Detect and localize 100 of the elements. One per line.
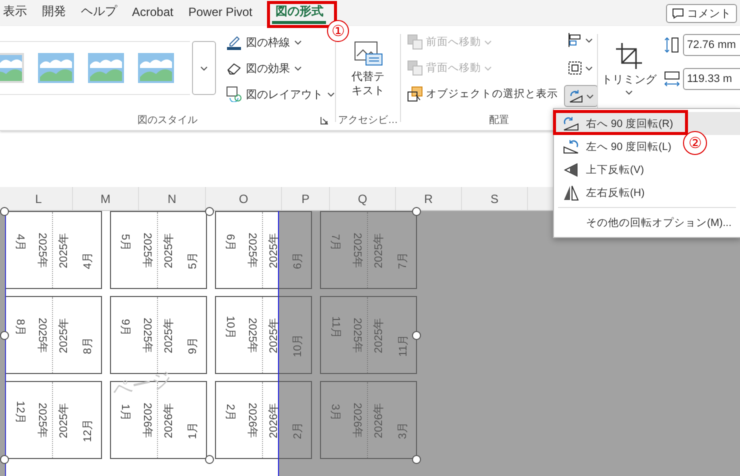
group-label: 配置 [489, 114, 509, 127]
ribbon-command[interactable]: 図のレイアウト [226, 85, 335, 103]
ribbon-tab[interactable]: ヘルプ [78, 2, 120, 24]
ribbon-tab[interactable]: 表示 [0, 2, 30, 24]
year-text: 2025年 [57, 232, 72, 268]
year-text: 2025年 [267, 232, 282, 268]
month-text: 8月 [82, 336, 96, 354]
column-header[interactable]: M [73, 187, 139, 210]
dialog-launcher-icon[interactable] [320, 116, 329, 124]
column-header[interactable]: S [462, 187, 528, 210]
ribbon-tab[interactable]: 図の形式 [272, 2, 326, 24]
year-text: 2025年 [140, 317, 154, 353]
comment-button[interactable]: コメント [666, 4, 737, 22]
width-field[interactable]: 119.33 m [683, 68, 740, 90]
rotate-left-icon [562, 138, 580, 154]
resize-handle[interactable] [205, 455, 214, 464]
stacked-squares-icon [407, 34, 423, 50]
month-text: 11月 [328, 316, 342, 338]
month-text: 8月 [14, 318, 28, 336]
month-text: 2月 [224, 403, 238, 421]
year-text: 2026年 [267, 402, 282, 438]
year-text: 2026年 [350, 402, 364, 438]
column-header[interactable]: Q [330, 187, 396, 210]
month-text: 12月 [82, 418, 96, 442]
month-text: 4月 [82, 251, 96, 269]
month-text: 10月 [292, 333, 306, 357]
resize-handle[interactable] [0, 331, 9, 340]
group-label: 図のスタイル [138, 114, 198, 127]
resize-handle[interactable] [412, 455, 421, 464]
width-icon [664, 70, 680, 88]
landscape-thumbnail[interactable] [138, 53, 174, 83]
selection-pane-icon [407, 86, 423, 102]
height-icon [664, 36, 680, 54]
year-text: 2026年 [162, 402, 176, 438]
month-text: 9月 [186, 336, 200, 354]
month-text: 7月 [328, 233, 342, 251]
year-text: 2025年 [57, 317, 72, 353]
landscape-thumbnail[interactable] [38, 53, 74, 83]
chevron-down-icon [586, 94, 594, 98]
year-text: 2026年 [246, 402, 260, 438]
month-text: 2月 [292, 421, 306, 439]
year-text: 2025年 [57, 402, 72, 438]
ribbon-command[interactable]: 図の効果 [226, 59, 302, 77]
year-text: 2025年 [372, 317, 386, 353]
menu-item[interactable]: 上下反転(V) [554, 158, 740, 181]
year-text: 2025年 [140, 232, 154, 268]
menu-item[interactable]: その他の回転オプション(M)... [554, 211, 740, 234]
year-text: 2025年 [372, 232, 386, 268]
ribbon-tab[interactable]: Acrobat [129, 2, 176, 24]
year-text: 2025年 [162, 232, 176, 268]
ribbon-command[interactable]: 図の枠線 [226, 33, 302, 51]
pen-border-icon [226, 34, 242, 50]
resize-handle[interactable] [0, 455, 9, 464]
year-text: 2025年 [246, 232, 260, 268]
chevron-down-icon [294, 66, 302, 70]
resize-handle[interactable] [412, 331, 421, 340]
ribbon-tab[interactable]: Power Pivot [185, 2, 256, 24]
month-text: 6月 [224, 233, 238, 251]
chevron-down-icon [327, 92, 335, 96]
month-text: 7月 [396, 251, 410, 269]
landscape-thumbnail[interactable] [88, 53, 124, 83]
height-field[interactable]: 72.76 mm [683, 34, 740, 56]
month-text: 4月 [14, 233, 28, 251]
month-text: 1月 [186, 421, 200, 439]
chevron-down-icon [294, 40, 302, 44]
flip-horizontal-icon [562, 184, 580, 200]
month-text: 11月 [396, 334, 410, 356]
menu-item[interactable]: 左右反転(H) [554, 181, 740, 204]
flip-vertical-icon [562, 162, 580, 178]
month-text: 5月 [118, 233, 132, 251]
year-text: 2025年 [36, 232, 50, 268]
year-text: 2025年 [162, 317, 176, 353]
month-text: 12月 [14, 400, 28, 424]
year-text: 2025年 [350, 232, 364, 268]
year-text: 2025年 [246, 317, 260, 353]
crop-button[interactable]: トリミング [601, 42, 657, 94]
chevron-down-icon [484, 40, 492, 44]
column-header[interactable]: N [139, 187, 206, 210]
arrange-command[interactable]: オブジェクトの選択と表示 [407, 85, 558, 103]
group-objects-icon [567, 60, 583, 76]
month-text: 10月 [224, 315, 238, 339]
page-watermark-text: ページ [110, 367, 174, 403]
month-text: 3月 [396, 421, 410, 439]
stacked-squares-icon [407, 60, 423, 76]
month-text: 1月 [118, 403, 132, 421]
year-text: 2026年 [372, 402, 386, 438]
speech-bubble-icon [672, 8, 684, 18]
group-label: アクセシビ… [338, 114, 398, 127]
rotate-button[interactable] [564, 85, 598, 107]
chevron-down-icon [585, 66, 593, 70]
rotate-icon [568, 88, 584, 104]
column-header[interactable]: P [282, 187, 330, 210]
picture-text-icon [353, 38, 383, 66]
chevron-down-icon [585, 38, 593, 42]
year-text: 2025年 [350, 317, 364, 353]
month-text: 6月 [292, 251, 306, 269]
month-text: 9月 [118, 318, 132, 336]
align-icon [567, 32, 583, 48]
year-text: 2025年 [36, 402, 50, 438]
ribbon-tab[interactable]: 開発 [39, 2, 69, 24]
